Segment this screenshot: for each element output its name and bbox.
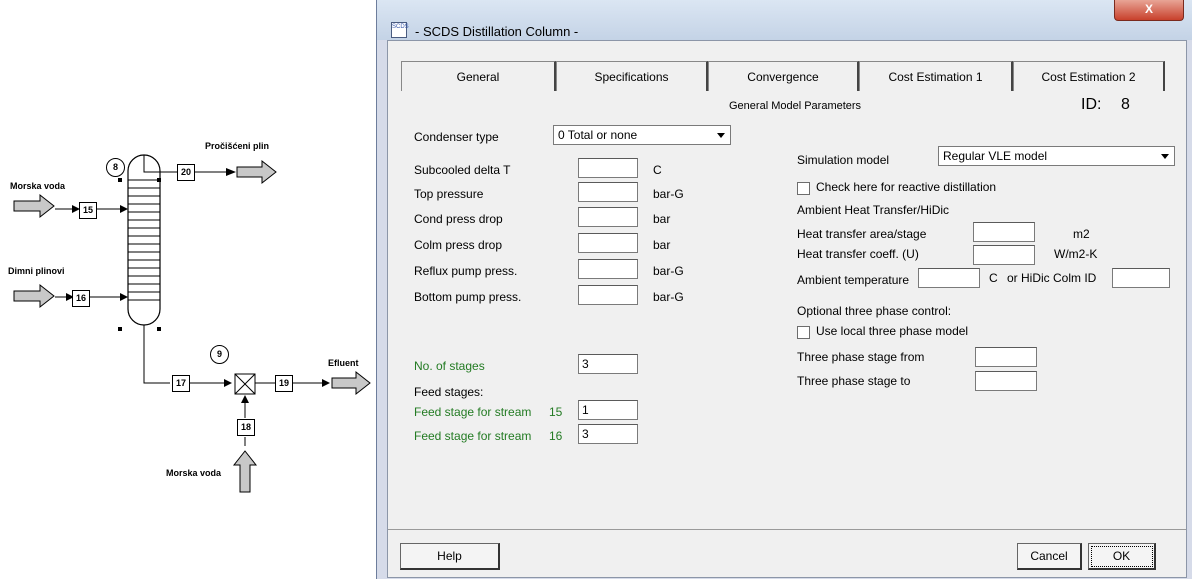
no-of-stages-field[interactable]: 3	[578, 354, 638, 374]
ok-button[interactable]: OK	[1088, 543, 1156, 570]
dialog-frame: General Specifications Convergence Cost …	[387, 40, 1187, 578]
help-button[interactable]: Help	[400, 543, 500, 570]
tab-cost-estimation-2[interactable]: Cost Estimation 2	[1013, 61, 1165, 91]
stream-20[interactable]: 20	[177, 164, 195, 181]
cond-press-drop-label: Cond press drop	[414, 212, 503, 226]
three-phase-to-field[interactable]	[975, 371, 1037, 391]
flowsheet-canvas[interactable]: Morska voda Dimni plinovi Pročišćeni pli…	[0, 0, 375, 579]
chevron-down-icon	[717, 133, 725, 138]
three-phase-checkbox-label: Use local three phase model	[816, 324, 969, 338]
feed-stage-16-stream: 16	[549, 429, 563, 443]
heat-transfer-area-label: Heat transfer area/stage	[797, 227, 927, 241]
app-icon: SCDS	[391, 22, 409, 38]
no-of-stages-label: No. of stages	[414, 359, 485, 373]
unit-mixer-id[interactable]: 9	[210, 345, 229, 364]
stream-17[interactable]: 17	[172, 375, 190, 392]
label-prociseni-plin: Pročišćeni plin	[205, 141, 270, 151]
ambient-temperature-field[interactable]	[918, 268, 980, 288]
ambient-temperature-unit: C	[989, 271, 998, 285]
heat-transfer-coeff-unit: W/m2-K	[1054, 247, 1098, 261]
feed-stage-15-field[interactable]: 1	[578, 400, 638, 420]
id-value: 8	[1121, 96, 1130, 113]
stream-19[interactable]: 19	[275, 375, 293, 392]
colm-press-drop-label: Colm press drop	[414, 238, 503, 252]
cond-press-drop-field[interactable]	[578, 207, 638, 227]
reflux-pump-press-field[interactable]	[578, 259, 638, 279]
condenser-type-label: Condenser type	[414, 130, 499, 144]
tab-general[interactable]: General	[401, 61, 556, 91]
condenser-type-select[interactable]: 0 Total or none	[553, 125, 731, 145]
section-heading: General Model Parameters	[729, 100, 862, 112]
label-dimni-plinovi: Dimni plinovi	[8, 266, 65, 276]
subcooled-delta-t-field[interactable]	[578, 158, 638, 178]
tab-specifications[interactable]: Specifications	[556, 61, 708, 91]
id-label: ID:	[1081, 96, 1102, 113]
heat-transfer-coeff-label: Heat transfer coeff. (U)	[797, 247, 919, 261]
bottom-pump-press-unit: bar-G	[653, 290, 684, 304]
chevron-down-icon	[1161, 154, 1169, 159]
cancel-button[interactable]: Cancel	[1017, 543, 1082, 570]
condenser-type-value: 0 Total or none	[558, 128, 638, 142]
scds-dialog-window: SCDS - SCDS Distillation Column - X Gene…	[376, 0, 1192, 579]
reactive-distillation-label: Check here for reactive distillation	[816, 180, 997, 194]
ambient-temperature-label: Ambient temperature	[797, 273, 910, 287]
heat-transfer-area-unit: m2	[1073, 227, 1090, 241]
hidic-colm-id-label: or HiDic Colm ID	[1007, 271, 1097, 285]
cond-press-drop-unit: bar	[653, 212, 671, 226]
reflux-pump-press-label: Reflux pump press.	[414, 264, 518, 278]
subcooled-delta-t-unit: C	[653, 163, 662, 177]
unit-column-id[interactable]: 8	[106, 158, 125, 177]
close-button[interactable]: X	[1114, 0, 1184, 21]
top-pressure-label: Top pressure	[414, 187, 484, 201]
reactive-distillation-checkbox[interactable]	[797, 182, 810, 195]
colm-press-drop-unit: bar	[653, 238, 671, 252]
tab-convergence[interactable]: Convergence	[708, 61, 859, 91]
stream-16[interactable]: 16	[72, 290, 90, 307]
feed-stage-15-label: Feed stage for stream	[414, 405, 532, 419]
flowsheet-drawing	[13, 154, 371, 493]
colm-press-drop-field[interactable]	[578, 233, 638, 253]
bottom-pump-press-label: Bottom pump press.	[414, 290, 522, 304]
ambient-heat-transfer-heading: Ambient Heat Transfer/HiDic	[797, 203, 950, 217]
subcooled-delta-t-label: Subcooled delta T	[414, 163, 511, 177]
three-phase-checkbox[interactable]	[797, 326, 810, 339]
heat-transfer-coeff-field[interactable]	[973, 245, 1035, 265]
top-pressure-unit: bar-G	[653, 187, 684, 201]
feed-stages-label: Feed stages:	[414, 385, 484, 399]
three-phase-from-field[interactable]	[975, 347, 1037, 367]
simulation-model-label: Simulation model	[797, 153, 890, 167]
label-efluent: Efluent	[328, 358, 359, 368]
label-morska-voda-top: Morska voda	[10, 181, 66, 191]
feed-stage-16-field[interactable]: 3	[578, 424, 638, 444]
stream-18[interactable]: 18	[237, 419, 255, 436]
window-title: - SCDS Distillation Column -	[415, 24, 579, 39]
title-bar[interactable]: SCDS - SCDS Distillation Column - X	[377, 0, 1192, 40]
heat-transfer-area-field[interactable]	[973, 222, 1035, 242]
footer-divider	[388, 529, 1186, 530]
bottom-pump-press-field[interactable]	[578, 285, 638, 305]
three-phase-from-label: Three phase stage from	[797, 350, 925, 364]
tab-cost-estimation-1[interactable]: Cost Estimation 1	[859, 61, 1013, 91]
stream-15[interactable]: 15	[79, 202, 97, 219]
three-phase-heading: Optional three phase control:	[797, 304, 952, 318]
simulation-model-select[interactable]: Regular VLE model	[938, 146, 1175, 166]
top-pressure-field[interactable]	[578, 182, 638, 202]
hidic-colm-id-field[interactable]	[1112, 268, 1170, 288]
three-phase-to-label: Three phase stage to	[797, 374, 911, 388]
label-morska-voda-bottom: Morska voda	[166, 468, 222, 478]
feed-stage-15-stream: 15	[549, 405, 563, 419]
reflux-pump-press-unit: bar-G	[653, 264, 684, 278]
simulation-model-value: Regular VLE model	[943, 149, 1048, 163]
feed-stage-16-label: Feed stage for stream	[414, 429, 532, 443]
